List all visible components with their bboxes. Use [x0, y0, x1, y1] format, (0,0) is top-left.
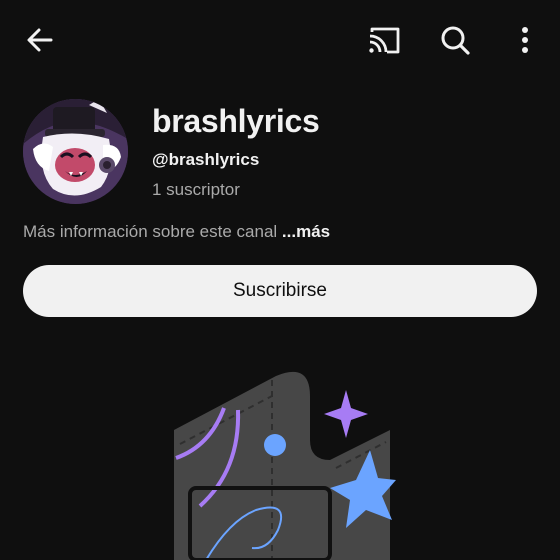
avatar-image: [23, 99, 128, 204]
channel-handle: @brashlyrics: [152, 150, 260, 169]
channel-name: brashlyrics: [152, 103, 320, 139]
more-vertical-icon: [522, 27, 528, 53]
about-more-link[interactable]: ...más: [282, 222, 330, 241]
more-options-button[interactable]: [501, 16, 549, 64]
top-app-bar: [0, 0, 560, 80]
arrow-left-icon: [27, 28, 53, 52]
about-text: Más información sobre este canal: [23, 222, 282, 241]
channel-avatar[interactable]: [23, 99, 128, 204]
cast-icon: [369, 27, 400, 54]
subscriber-count: 1 suscriptor: [152, 180, 240, 199]
empty-channel-illustration: [174, 371, 396, 560]
cast-button[interactable]: [360, 16, 408, 64]
back-button[interactable]: [16, 16, 64, 64]
channel-about[interactable]: Más información sobre este canal ...más: [23, 222, 330, 242]
subscribe-button[interactable]: Suscribirse: [23, 265, 537, 317]
search-button[interactable]: [431, 16, 479, 64]
search-icon: [441, 26, 470, 55]
